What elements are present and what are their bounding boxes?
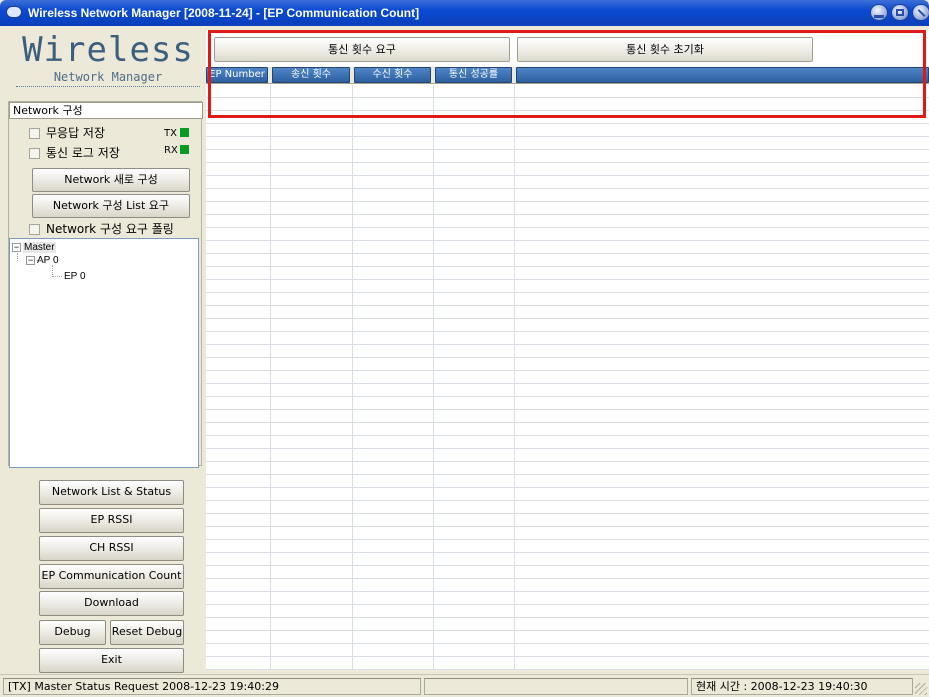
column-divider <box>514 85 515 670</box>
reset-debug-button[interactable]: Reset Debug <box>110 620 184 645</box>
group-title: Network 구성 <box>9 102 203 119</box>
noresp-save-checkbox[interactable]: 무응답 저장 <box>29 126 105 140</box>
comm-log-save-checkbox[interactable]: 통신 로그 저장 <box>29 146 120 160</box>
minimize-button[interactable] <box>870 4 888 21</box>
table-body[interactable] <box>206 85 929 670</box>
network-list-status-button[interactable]: Network List & Status <box>39 480 184 505</box>
tree-line <box>37 260 42 261</box>
network-new-config-button[interactable]: Network 새로 구성 <box>32 168 190 192</box>
logo: Wireless Network Manager <box>12 30 204 96</box>
tree-line <box>17 253 18 261</box>
collapse-icon[interactable]: − <box>26 256 35 265</box>
tree-node-master[interactable]: − Master <box>12 242 56 253</box>
column-divider <box>352 85 353 670</box>
ep-rssi-button[interactable]: EP RSSI <box>39 508 184 533</box>
tx-label: TX <box>164 128 177 139</box>
status-bar: [TX] Master Status Request 2008-12-23 19… <box>0 674 929 697</box>
checkbox-label: 무응답 저장 <box>46 126 106 140</box>
config-polling-checkbox[interactable]: Network 구성 요구 폴링 <box>29 222 174 236</box>
window-title: Wireless Network Manager [2008-11-24] - … <box>28 6 420 20</box>
logo-title: Wireless <box>22 30 194 70</box>
tree-line <box>52 276 62 277</box>
tree-node-ep[interactable]: EP 0 <box>64 271 86 282</box>
app-icon <box>6 6 22 18</box>
ep-comm-count-button[interactable]: EP Communication Count <box>39 564 184 589</box>
column-divider <box>270 85 271 670</box>
minimize-icon <box>874 15 884 18</box>
logo-subtitle: Network Manager <box>53 70 163 84</box>
checkbox-label: Network 구성 요구 폴링 <box>46 222 174 236</box>
maximize-icon <box>896 9 904 16</box>
maximize-button[interactable] <box>891 4 909 21</box>
network-config-list-request-button[interactable]: Network 구성 List 요구 <box>32 194 190 218</box>
rx-label: RX <box>164 145 178 156</box>
checkbox-box[interactable] <box>29 148 40 159</box>
column-divider <box>433 85 434 670</box>
left-panel: Wireless Network Manager Network 구성 무응답 … <box>8 30 206 673</box>
tree-node-label: EP 0 <box>64 271 86 282</box>
title-bar: Wireless Network Manager [2008-11-24] - … <box>0 0 929 26</box>
checkbox-label: 통신 로그 저장 <box>46 146 120 160</box>
ch-rssi-button[interactable]: CH RSSI <box>39 536 184 561</box>
close-button[interactable] <box>912 4 929 21</box>
network-tree[interactable]: − Master − AP 0 EP 0 <box>9 238 199 468</box>
resize-grip-icon[interactable] <box>915 683 927 695</box>
collapse-icon[interactable]: − <box>12 243 21 252</box>
logo-divider <box>16 86 200 87</box>
tx-indicator <box>180 128 189 137</box>
tree-node-label: Master <box>23 242 56 253</box>
highlight-box <box>208 30 926 118</box>
close-icon <box>917 9 926 17</box>
main-panel: 통신 횟수 요구 통신 횟수 초기화 EP Number 송신 횟수 수신 횟수… <box>206 30 929 670</box>
checkbox-box[interactable] <box>29 128 40 139</box>
tree-node-ap[interactable]: − AP 0 <box>26 255 59 266</box>
status-clock: 현재 시간 : 2008-12-23 19:40:30 <box>691 678 913 695</box>
status-middle <box>424 678 688 695</box>
exit-button[interactable]: Exit <box>39 648 184 673</box>
rx-indicator <box>180 145 189 154</box>
status-message: [TX] Master Status Request 2008-12-23 19… <box>3 678 421 695</box>
debug-button[interactable]: Debug <box>39 620 106 645</box>
checkbox-box[interactable] <box>29 224 40 235</box>
download-button[interactable]: Download <box>39 591 184 616</box>
